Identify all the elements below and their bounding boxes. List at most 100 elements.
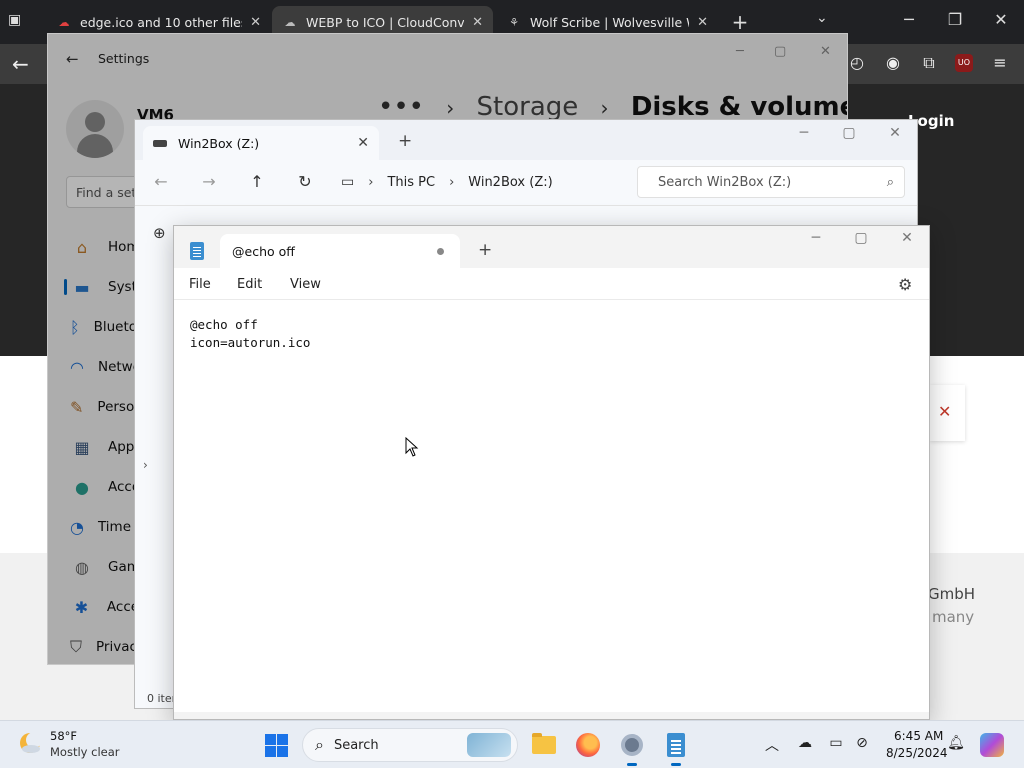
notepad-tab-title: @echo off xyxy=(232,243,295,259)
chevron-up-icon[interactable]: ︿ xyxy=(762,735,782,755)
new-item-icon[interactable]: ⊕ xyxy=(153,224,166,242)
menu-edit[interactable]: Edit xyxy=(237,277,262,292)
minimize-icon[interactable]: ─ xyxy=(895,10,923,29)
settings-title: Settings xyxy=(98,51,150,66)
network-icon[interactable]: ⊘ xyxy=(852,735,872,751)
cloudconvert-red-icon: ☁ xyxy=(58,15,70,29)
chevron-right-icon: › xyxy=(449,174,455,190)
footer-country-text: many xyxy=(932,608,975,626)
cloud-icon: ☁ xyxy=(284,15,296,29)
settings-app[interactable] xyxy=(618,731,646,766)
weather-temp[interactable]: 58°F xyxy=(50,729,77,743)
new-tab-button[interactable]: + xyxy=(398,131,412,151)
chevron-right-icon: › xyxy=(600,96,609,120)
unsaved-dot-icon[interactable] xyxy=(437,247,444,255)
explorer-tab[interactable]: Win2Box (Z:) ✕ xyxy=(143,126,379,160)
cloud-offline-icon[interactable]: ☁ xyxy=(795,735,815,751)
browser-tab-title: WEBP to ICO | CloudConvert xyxy=(306,14,465,30)
ublock-icon[interactable]: UO xyxy=(955,54,973,72)
minimize-icon[interactable]: ─ xyxy=(804,230,828,246)
weather-condition[interactable]: Mostly clear xyxy=(50,745,119,759)
gamepad-icon: ◍ xyxy=(75,557,89,577)
firefox-icon xyxy=(576,733,600,757)
monitor-icon: ▭ xyxy=(341,174,355,190)
restore-icon[interactable]: ❐ xyxy=(941,10,969,29)
notepad-icon xyxy=(190,242,204,260)
minimize-icon[interactable]: ─ xyxy=(792,125,816,141)
text-editor[interactable]: @echo off icon=autorun.ico xyxy=(190,316,310,352)
back-arrow-icon[interactable]: ← xyxy=(66,50,79,68)
clock-date[interactable]: 8/25/2024 xyxy=(886,746,948,760)
close-window-icon[interactable]: ✕ xyxy=(820,44,831,59)
breadcrumb-more[interactable]: ••• xyxy=(378,92,424,122)
speed-dial-icon[interactable]: ◴ xyxy=(846,53,868,75)
explorer-search-input[interactable]: Search Win2Box (Z:) ⌕ xyxy=(637,166,905,198)
notepad-app[interactable] xyxy=(662,731,690,766)
back-arrow-icon[interactable]: ← xyxy=(12,52,29,76)
address-bar[interactable]: ▭ › This PC › Win2Box (Z:) xyxy=(341,166,631,198)
shield-icon: ⛉ xyxy=(70,637,83,656)
new-tab-button[interactable]: + xyxy=(730,10,750,34)
close-window-icon[interactable]: ✕ xyxy=(895,230,919,246)
close-tab-icon[interactable]: ✕ xyxy=(250,15,261,30)
bluetooth-icon: ᛒ xyxy=(70,317,80,337)
address-current[interactable]: Win2Box (Z:) xyxy=(468,175,552,190)
copilot-icon[interactable] xyxy=(980,733,1004,757)
maximize-icon[interactable]: ▢ xyxy=(849,230,873,246)
close-window-icon[interactable]: ✕ xyxy=(987,10,1015,29)
search-icon: ⌕ xyxy=(315,735,324,754)
close-window-icon[interactable]: ✕ xyxy=(883,125,907,141)
avatar[interactable] xyxy=(66,100,124,158)
taskbar-search[interactable]: ⌕ Search xyxy=(302,728,518,762)
accessibility-icon: ✱ xyxy=(74,597,89,617)
firefox-app[interactable] xyxy=(574,731,602,759)
menu-view[interactable]: View xyxy=(290,277,321,292)
close-tab-icon[interactable]: ✕ xyxy=(697,15,708,30)
notepad-menu-bar: File Edit View ⚙ xyxy=(174,268,929,300)
menu-icon[interactable]: ≡ xyxy=(989,53,1011,75)
taskbar-search-label: Search xyxy=(333,737,379,753)
notepad-tab-strip: @echo off + ─ ▢ ✕ xyxy=(174,226,929,268)
new-tab-button[interactable]: + xyxy=(478,240,492,260)
close-notification-icon[interactable]: ✕ xyxy=(938,402,951,421)
notepad-status-bar xyxy=(174,712,929,719)
maximize-icon[interactable]: ▢ xyxy=(774,44,786,59)
search-highlight-image xyxy=(467,733,511,757)
minimize-icon[interactable]: ─ xyxy=(736,44,744,59)
file-explorer-app[interactable] xyxy=(530,731,558,759)
back-arrow-icon[interactable]: ← xyxy=(150,172,172,191)
display-icon[interactable]: ▭ xyxy=(826,735,846,751)
explorer-nav-bar: ← → ↑ ↻ ▭ › This PC › Win2Box (Z:) Searc… xyxy=(135,160,917,206)
notepad-tab[interactable]: @echo off xyxy=(220,234,460,268)
tab-actions-icon[interactable]: ▣ xyxy=(8,12,30,32)
breadcrumb-current: Disks & volumes xyxy=(630,92,847,122)
refresh-icon[interactable]: ↻ xyxy=(294,172,316,191)
account-icon[interactable]: ◉ xyxy=(882,53,904,75)
browser-tab-title: edge.ico and 10 other files | File xyxy=(80,14,242,30)
wolf-icon: ⚘ xyxy=(509,15,519,29)
system-icon: ▬ xyxy=(74,277,90,297)
close-tab-icon[interactable]: ✕ xyxy=(357,135,369,151)
clock-time[interactable]: 6:45 AM xyxy=(894,729,943,743)
browser-tab-title: Wolf Scribe | Wolvesville Wiki | F xyxy=(530,14,689,30)
forward-arrow-icon[interactable]: → xyxy=(198,172,220,191)
apps-icon: ▦ xyxy=(74,437,90,457)
breadcrumb-storage[interactable]: Storage xyxy=(477,92,579,122)
address-this-pc[interactable]: This PC xyxy=(387,175,435,190)
globe-clock-icon: ◔ xyxy=(70,517,84,537)
menu-file[interactable]: File xyxy=(189,277,211,292)
close-tab-icon[interactable]: ✕ xyxy=(472,15,483,30)
footer-company-text: GmbH xyxy=(928,585,976,603)
gear-icon[interactable]: ⚙ xyxy=(898,275,912,294)
home-icon: ⌂ xyxy=(76,237,88,257)
extensions-icon[interactable]: ⧉ xyxy=(918,53,940,75)
chevron-down-icon[interactable]: ⌄ xyxy=(816,10,828,26)
weather-moon-icon[interactable] xyxy=(18,731,42,755)
explorer-tab-strip: Win2Box (Z:) ✕ + ─ ▢ ✕ xyxy=(135,120,917,160)
start-button[interactable] xyxy=(265,734,288,757)
explorer-status-text: 0 iter xyxy=(147,692,177,705)
up-arrow-icon[interactable]: ↑ xyxy=(246,172,268,191)
wifi-icon: ◠ xyxy=(70,357,84,377)
maximize-icon[interactable]: ▢ xyxy=(837,125,861,141)
bell-icon[interactable]: 🔔︎ xyxy=(946,735,966,751)
